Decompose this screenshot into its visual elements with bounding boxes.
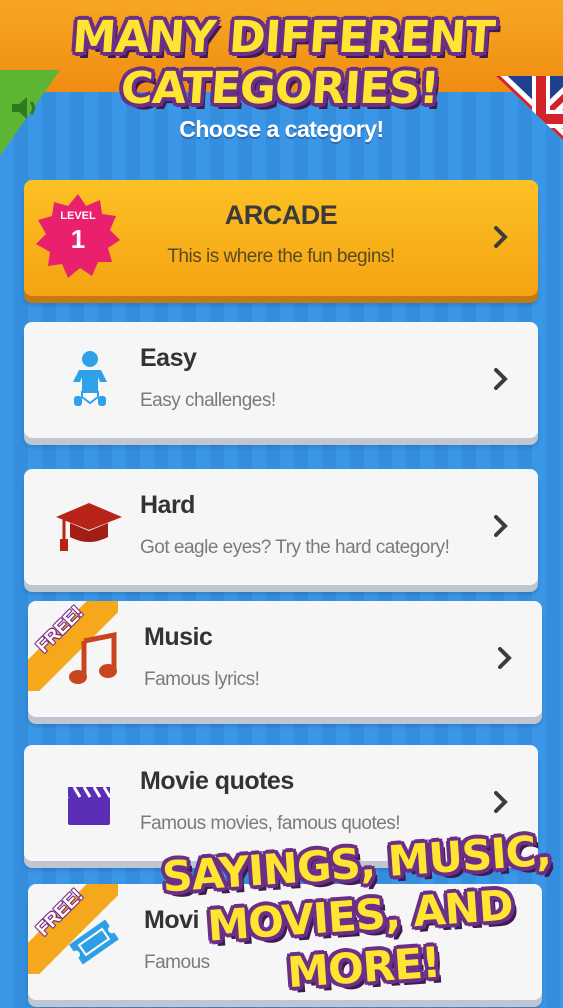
music-note-icon	[69, 631, 117, 684]
category-description: This is where the fun begins!	[167, 246, 395, 267]
category-title: ARCADE	[224, 200, 338, 230]
category-title: Hard	[140, 491, 195, 519]
chevron-right-icon	[494, 368, 508, 390]
category-card-music[interactable]: FREE! Music Famous lyrics!	[28, 601, 542, 717]
category-card-hard[interactable]: Hard Got eagle eyes? Try the hard catego…	[24, 469, 538, 585]
category-description: Got eagle eyes? Try the hard category!	[140, 537, 450, 558]
chevron-right-icon	[498, 647, 512, 669]
category-description: Famous lyrics!	[144, 669, 260, 690]
category-description: Easy challenges!	[140, 390, 276, 411]
graduation-cap-icon	[56, 503, 122, 551]
promo-headline: MANY DIFFERENT CATEGORIES!	[70, 12, 496, 114]
page-subtitle: Choose a category!	[179, 116, 384, 142]
clapperboard-icon	[68, 786, 112, 825]
category-description: Famous movies, famous quotes!	[140, 813, 401, 834]
baby-icon	[73, 351, 107, 406]
category-card-arcade[interactable]: LEVEL 1 ARCADE This is where the fun beg…	[24, 180, 538, 296]
category-title: Music	[144, 623, 213, 651]
category-title: Movie quotes	[140, 767, 294, 795]
category-title: Easy	[140, 344, 197, 372]
chevron-right-icon	[494, 226, 508, 248]
chevron-right-icon	[494, 791, 508, 813]
category-card-easy[interactable]: Easy Easy challenges!	[24, 322, 538, 438]
promo-overlay: SAYINGS, MUSIC, MOVIES, AND MORE!	[155, 824, 563, 1008]
ticket-icon	[69, 919, 119, 965]
chevron-right-icon	[494, 515, 508, 537]
